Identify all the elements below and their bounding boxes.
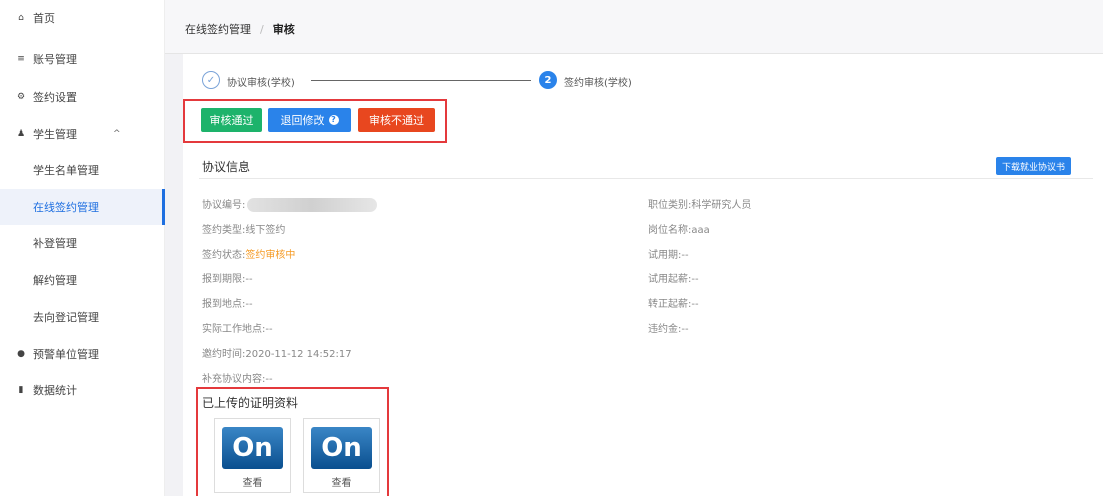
sidebar-item-accounts[interactable]: ≡ 账号管理 <box>0 41 165 77</box>
header: 在线签约管理 / 审核 <box>165 0 1103 54</box>
status-value: 签约审核中 <box>245 250 296 261</box>
chevron-up-icon: ^ <box>113 129 121 139</box>
info-label: 职位类别: <box>648 200 692 211</box>
info-row: 签约状态:签约审核中 <box>202 246 295 261</box>
return-for-edit-button[interactable]: 退回修改? <box>268 108 351 132</box>
sidebar-item-label: 学生管理 <box>33 128 77 141</box>
warning-icon: ● <box>17 349 25 359</box>
info-value: 科学研究人员 <box>691 200 752 211</box>
return-button-label: 退回修改 <box>280 114 325 127</box>
info-label: 报到期限: <box>202 274 246 285</box>
info-value: -- <box>265 374 273 385</box>
sidebar-item-label: 补登管理 <box>33 237 77 250</box>
info-label: 岗位名称: <box>648 225 692 236</box>
sidebar: ⌂ 首页 ≡ 账号管理 ⚙ 签约设置 ♟ 学生管理 ^ 学生名单管理 在线签约管… <box>0 0 165 496</box>
breadcrumb-current: 审核 <box>272 23 295 36</box>
step-label: 协议审核(学校) <box>227 78 295 89</box>
help-icon: ? <box>328 115 339 125</box>
sidebar-item-warning-units[interactable]: ● 预警单位管理 <box>0 336 165 372</box>
download-agreement-button[interactable]: 下载就业协议书 <box>996 157 1071 175</box>
info-row: 职位类别:科学研究人员 <box>648 196 751 211</box>
info-label: 转正起薪: <box>648 299 692 310</box>
sidebar-item-student-list[interactable]: 学生名单管理 <box>0 152 165 188</box>
sidebar-item-label: 在线签约管理 <box>33 201 99 214</box>
info-label: 违约金: <box>648 324 682 335</box>
view-link[interactable]: 查看 <box>215 474 290 489</box>
sidebar-item-termination[interactable]: 解约管理 <box>0 262 165 298</box>
sidebar-item-label: 数据统计 <box>33 384 77 397</box>
sidebar-item-supplement[interactable]: 补登管理 <box>0 225 165 261</box>
sidebar-item-label: 解约管理 <box>33 274 77 287</box>
info-label: 补充协议内容: <box>202 374 266 385</box>
info-value: -- <box>245 299 253 310</box>
info-row: 违约金:-- <box>648 320 689 335</box>
divider <box>199 178 1093 179</box>
list-icon: ≡ <box>17 54 25 64</box>
bar-chart-icon: ▮ <box>18 385 24 395</box>
sidebar-item-label: 首页 <box>33 12 55 25</box>
gear-icon: ⚙ <box>16 92 26 102</box>
info-row: 试用起薪:-- <box>648 270 699 285</box>
info-row: 报到期限:-- <box>202 270 253 285</box>
info-row: 转正起薪:-- <box>648 295 699 310</box>
reject-button[interactable]: 审核不通过 <box>358 108 435 132</box>
info-value: 线下签约 <box>245 225 286 236</box>
sidebar-item-students[interactable]: ♟ 学生管理 ^ <box>0 116 165 152</box>
sidebar-item-label: 预警单位管理 <box>33 348 99 361</box>
step-number: 2 <box>539 71 557 89</box>
info-row: 试用期:-- <box>648 246 689 261</box>
sidebar-item-label: 账号管理 <box>33 53 77 66</box>
info-row: 签约类型:线下签约 <box>202 221 285 236</box>
uploaded-file-card[interactable]: On 查看 <box>214 418 291 493</box>
info-label: 邀约时间: <box>202 349 246 360</box>
info-value: 2020-11-12 14:52:17 <box>245 349 352 360</box>
breadcrumb-parent[interactable]: 在线签约管理 <box>185 23 251 36</box>
info-row: 补充协议内容:-- <box>202 370 273 385</box>
info-label: 试用起薪: <box>648 274 692 285</box>
info-value: -- <box>691 274 699 285</box>
info-value: -- <box>691 299 699 310</box>
info-value: -- <box>681 324 689 335</box>
info-label: 签约状态: <box>202 250 246 261</box>
info-value: -- <box>681 250 689 261</box>
info-row: 报到地点:-- <box>202 295 253 310</box>
main-panel: ✓ 协议审核(学校) 2 签约审核(学校) 审核通过 退回修改? 审核不通过 协… <box>183 54 1103 496</box>
file-thumbnail-icon: On <box>222 427 283 469</box>
user-icon: ♟ <box>16 129 26 139</box>
step-label: 签约审核(学校) <box>564 78 632 89</box>
sidebar-item-sign-settings[interactable]: ⚙ 签约设置 <box>0 79 165 115</box>
info-label: 签约类型: <box>202 225 246 236</box>
info-row: 邀约时间:2020-11-12 14:52:17 <box>202 345 352 360</box>
section-title: 协议信息 <box>202 160 251 174</box>
info-label: 试用期: <box>648 250 682 261</box>
file-thumbnail-icon: On <box>311 427 372 469</box>
info-label: 实际工作地点: <box>202 324 266 335</box>
breadcrumb: 在线签约管理 / 审核 <box>185 21 295 37</box>
sidebar-item-label: 去向登记管理 <box>33 311 99 324</box>
info-row: 协议编号: <box>202 196 378 212</box>
home-icon: ⌂ <box>18 13 24 23</box>
info-label: 报到地点: <box>202 299 246 310</box>
sidebar-item-home[interactable]: ⌂ 首页 <box>0 0 165 36</box>
sidebar-item-online-signing[interactable]: 在线签约管理 <box>0 189 165 225</box>
sidebar-item-label: 签约设置 <box>33 91 77 104</box>
info-value: aaa <box>691 225 710 236</box>
approve-button[interactable]: 审核通过 <box>201 108 262 132</box>
step-done-icon: ✓ <box>202 71 220 89</box>
redacted-value <box>247 198 378 212</box>
info-value: -- <box>265 324 273 335</box>
step-connector <box>311 80 531 81</box>
sidebar-item-destination[interactable]: 去向登记管理 <box>0 299 165 335</box>
sidebar-item-label: 学生名单管理 <box>33 164 99 177</box>
info-value: -- <box>245 274 253 285</box>
view-link[interactable]: 查看 <box>304 474 379 489</box>
info-row: 岗位名称:aaa <box>648 221 710 236</box>
info-row: 实际工作地点:-- <box>202 320 273 335</box>
uploaded-file-card[interactable]: On 查看 <box>303 418 380 493</box>
info-label: 协议编号: <box>202 200 246 211</box>
uploads-title: 已上传的证明资料 <box>202 396 299 410</box>
sidebar-item-statistics[interactable]: ▮ 数据统计 <box>0 372 165 408</box>
breadcrumb-separator: / <box>260 23 264 36</box>
